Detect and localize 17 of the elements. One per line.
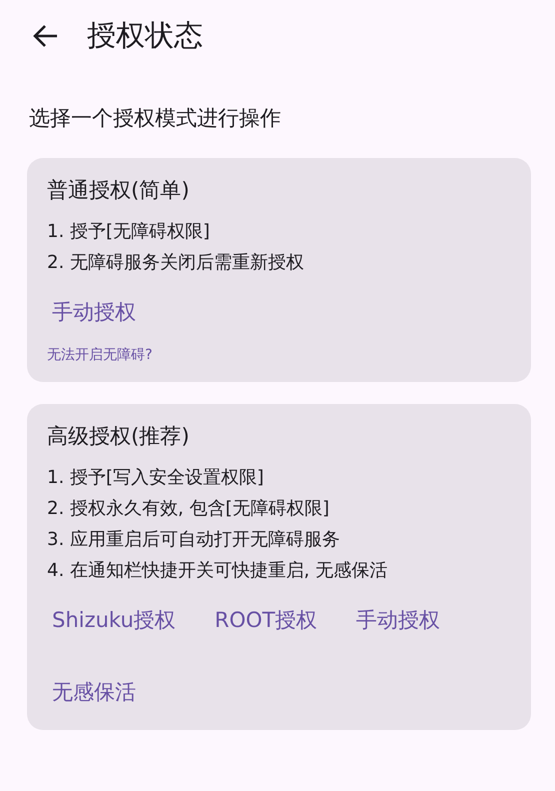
step-text: 1. 授予[无障碍权限] [47, 220, 211, 244]
step-text: 4. 在通知栏快捷开关可快捷重启, 无感保活 [47, 559, 388, 583]
step-text: 3. 应用重启后可自动打开无障碍服务 [47, 528, 341, 552]
help-link[interactable]: 无法开启无障碍? [47, 347, 152, 363]
card-title: 普通授权(简单) [47, 177, 190, 204]
prompt-text: 选择一个授权模式进行操作 [29, 105, 282, 132]
step-text: 1. 授予[写入安全设置权限] [47, 466, 265, 490]
action-button[interactable]: Shizuku授权 [36, 596, 192, 644]
action-button[interactable]: 无感保活 [36, 668, 152, 716]
action-button[interactable]: 手动授权 [36, 288, 152, 336]
action-button[interactable]: 手动授权 [340, 596, 456, 644]
page-title: 授权状态 [87, 17, 203, 54]
step-text: 2. 无障碍服务关闭后需重新授权 [47, 251, 305, 275]
card-title: 高级授权(推荐) [47, 423, 190, 450]
step-text: 2. 授权永久有效, 包含[无障碍权限] [47, 497, 330, 521]
action-button[interactable]: ROOT授权 [198, 596, 334, 644]
back-arrow-icon [33, 24, 59, 48]
